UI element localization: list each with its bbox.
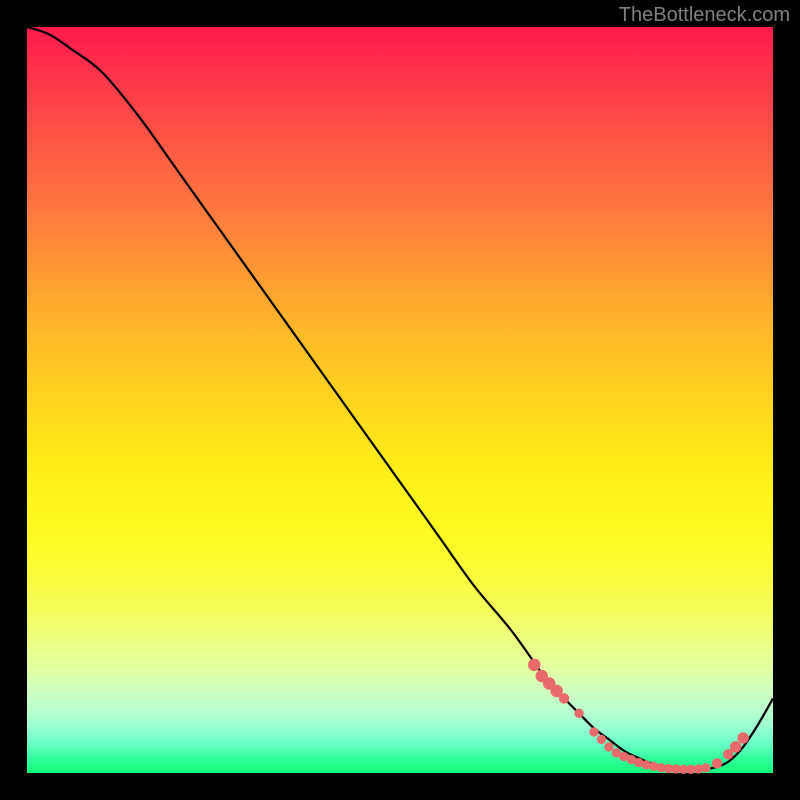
attribution-label: TheBottleneck.com xyxy=(619,4,790,27)
highlight-dot xyxy=(737,732,748,743)
highlight-dot xyxy=(597,735,606,744)
highlight-dot xyxy=(701,763,710,772)
chart-frame: TheBottleneck.com xyxy=(0,0,800,800)
plot-area xyxy=(27,27,773,773)
highlight-dot xyxy=(574,709,583,718)
bottleneck-curve xyxy=(27,27,773,773)
highlight-dots xyxy=(528,659,749,774)
highlight-dot xyxy=(589,727,598,736)
highlight-dot xyxy=(730,741,741,752)
highlight-dot xyxy=(604,742,613,751)
highlight-dot xyxy=(528,659,540,671)
curve-path xyxy=(27,27,773,769)
highlight-dot xyxy=(559,693,569,703)
highlight-dot xyxy=(712,758,722,768)
